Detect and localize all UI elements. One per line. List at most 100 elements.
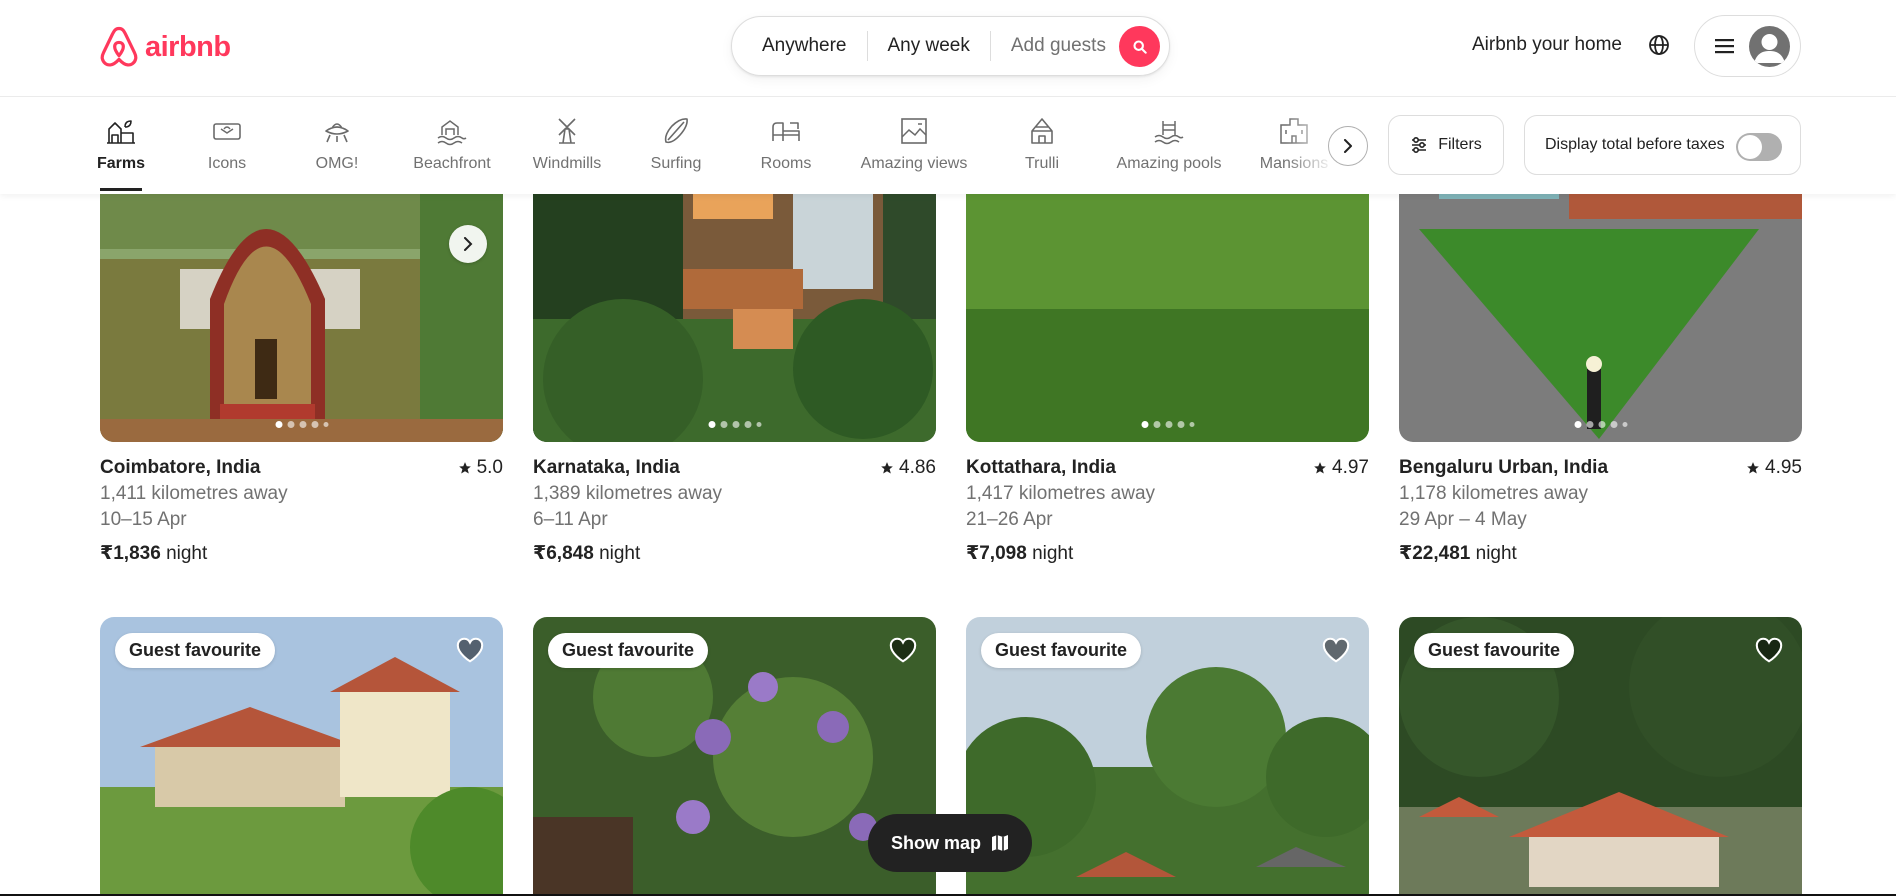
listing-info: Coimbatore, India 5.0 1,411 kilometres a… <box>100 457 503 565</box>
category-label: OMG! <box>315 155 359 172</box>
user-avatar-icon <box>1749 26 1790 67</box>
display-total-toggle-button[interactable]: Display total before taxes <box>1524 115 1801 175</box>
category-label: Beachfront <box>413 155 491 172</box>
host-your-home-link[interactable]: Airbnb your home <box>1472 34 1622 56</box>
map-icon <box>992 835 1008 851</box>
price-unit: night <box>1475 543 1517 564</box>
hamburger-icon <box>1715 39 1734 54</box>
listing-distance: 1,389 kilometres away <box>533 483 723 504</box>
guest-favourite-badge: Guest favourite <box>115 633 276 668</box>
pool-icon <box>1154 121 1184 145</box>
category-amazing-views[interactable]: Amazing views <box>859 115 969 173</box>
listing-dates: 6–11 Apr <box>533 509 608 530</box>
category-amazing-pools[interactable]: Amazing pools <box>1114 115 1224 173</box>
listing-location: Kottathara, India <box>966 457 1116 478</box>
listing-dates: 21–26 Apr <box>966 509 1053 530</box>
heart-icon[interactable] <box>1754 635 1784 665</box>
listing-rating: 4.97 <box>1313 457 1369 479</box>
chevron-right-icon <box>1344 139 1352 153</box>
listing-info: Karnataka, India 4.86 1,389 kilometres a… <box>533 457 936 565</box>
category-farms[interactable]: Farms <box>66 115 176 173</box>
photo-pagination-dots <box>1574 421 1627 428</box>
heart-icon[interactable] <box>1321 635 1351 665</box>
listing-location: Bengaluru Urban, India <box>1399 457 1609 478</box>
photo-pagination-dots <box>708 421 761 428</box>
listing-info: Kottathara, India 4.97 1,417 kilometres … <box>966 457 1369 565</box>
amazing-views-icon <box>901 118 927 144</box>
category-trulli[interactable]: Trulli <box>987 115 1097 173</box>
listing-location: Coimbatore, India <box>100 457 261 478</box>
airbnb-logo[interactable]: airbnb <box>99 26 231 68</box>
listing-photo[interactable]: Guest favourite <box>100 617 503 896</box>
heart-icon[interactable] <box>455 635 485 665</box>
listing-distance: 1,411 kilometres away <box>100 483 288 504</box>
category-label: Amazing views <box>860 155 968 172</box>
price-amount: ₹22,481 <box>1399 543 1471 564</box>
listing-rating: 4.95 <box>1746 457 1802 479</box>
heart-icon[interactable] <box>888 635 918 665</box>
category-beachfront[interactable]: Beachfront <box>397 115 507 173</box>
omg-icon <box>325 123 349 143</box>
photo-next-button[interactable] <box>449 225 487 263</box>
filters-label: Filters <box>1438 136 1482 153</box>
search-when-button[interactable]: Any week <box>868 35 990 57</box>
search-where-button[interactable]: Anywhere <box>732 35 867 57</box>
listing-card[interactable]: Guest favourite <box>100 617 503 896</box>
category-surfing[interactable]: Surfing <box>621 115 731 173</box>
listing-price: ₹7,098 night <box>966 542 1369 565</box>
listing-distance: 1,417 kilometres away <box>966 483 1156 504</box>
category-rooms[interactable]: Rooms <box>731 115 841 173</box>
photo-pagination-dots <box>1141 421 1194 428</box>
category-scroll-next-button[interactable] <box>1328 126 1368 166</box>
windmill-icon <box>558 118 576 144</box>
rooms-icon <box>772 122 800 141</box>
category-omg[interactable]: OMG! <box>282 115 392 173</box>
search-guests-button[interactable]: Add guests <box>991 35 1126 57</box>
chevron-right-icon <box>464 237 473 251</box>
listing-location: Karnataka, India <box>533 457 680 478</box>
taxes-toggle-switch[interactable] <box>1736 133 1782 161</box>
star-icon <box>1314 462 1326 474</box>
star-icon <box>881 462 893 474</box>
farm-icon <box>107 120 135 144</box>
search-submit-button[interactable] <box>1119 26 1160 67</box>
star-icon <box>458 462 471 474</box>
rating-value: 5.0 <box>476 457 503 478</box>
star-icon <box>1747 462 1759 474</box>
category-label: Icons <box>207 155 247 172</box>
category-windmills[interactable]: Windmills <box>512 115 622 173</box>
show-map-button[interactable]: Show map <box>868 814 1032 872</box>
category-label: Trulli <box>1024 155 1060 172</box>
listing-photo[interactable]: Guest favourite <box>1399 617 1802 896</box>
listing-dates: 10–15 Apr <box>100 509 187 530</box>
rating-value: 4.86 <box>899 457 936 478</box>
guest-favourite-badge: Guest favourite <box>1414 633 1575 668</box>
price-amount: ₹7,098 <box>966 543 1027 564</box>
globe-icon[interactable] <box>1647 33 1671 57</box>
search-icon <box>1132 39 1147 54</box>
sliders-icon <box>1412 136 1427 154</box>
rating-value: 4.95 <box>1765 457 1802 478</box>
category-icons[interactable]: Icons <box>172 115 282 173</box>
listing-info: Bengaluru Urban, India 4.95 1,178 kilome… <box>1399 457 1802 565</box>
rating-value: 4.97 <box>1332 457 1369 478</box>
price-amount: ₹6,848 <box>533 543 594 564</box>
beachfront-icon <box>437 120 467 146</box>
listing-price: ₹6,848 night <box>533 542 936 565</box>
listing-card[interactable]: Guest favourite <box>1399 617 1802 896</box>
airbnb-logo-icon <box>100 26 138 67</box>
user-menu-button[interactable] <box>1694 15 1801 77</box>
guest-favourite-badge: Guest favourite <box>548 633 709 668</box>
category-label: Rooms <box>760 155 812 172</box>
icons-ufo-icon <box>213 123 241 140</box>
category-label: Amazing pools <box>1116 155 1222 172</box>
brand-name: airbnb <box>145 30 231 63</box>
price-unit: night <box>1032 543 1074 564</box>
search-bar[interactable]: Anywhere Any week Add guests <box>731 16 1170 76</box>
show-map-label: Show map <box>890 832 981 853</box>
filters-button[interactable]: Filters <box>1388 115 1504 175</box>
price-unit: night <box>166 543 208 564</box>
category-label: Surfing <box>650 155 702 172</box>
price-amount: ₹1,836 <box>100 543 161 564</box>
listing-price: ₹1,836 night <box>100 542 503 565</box>
